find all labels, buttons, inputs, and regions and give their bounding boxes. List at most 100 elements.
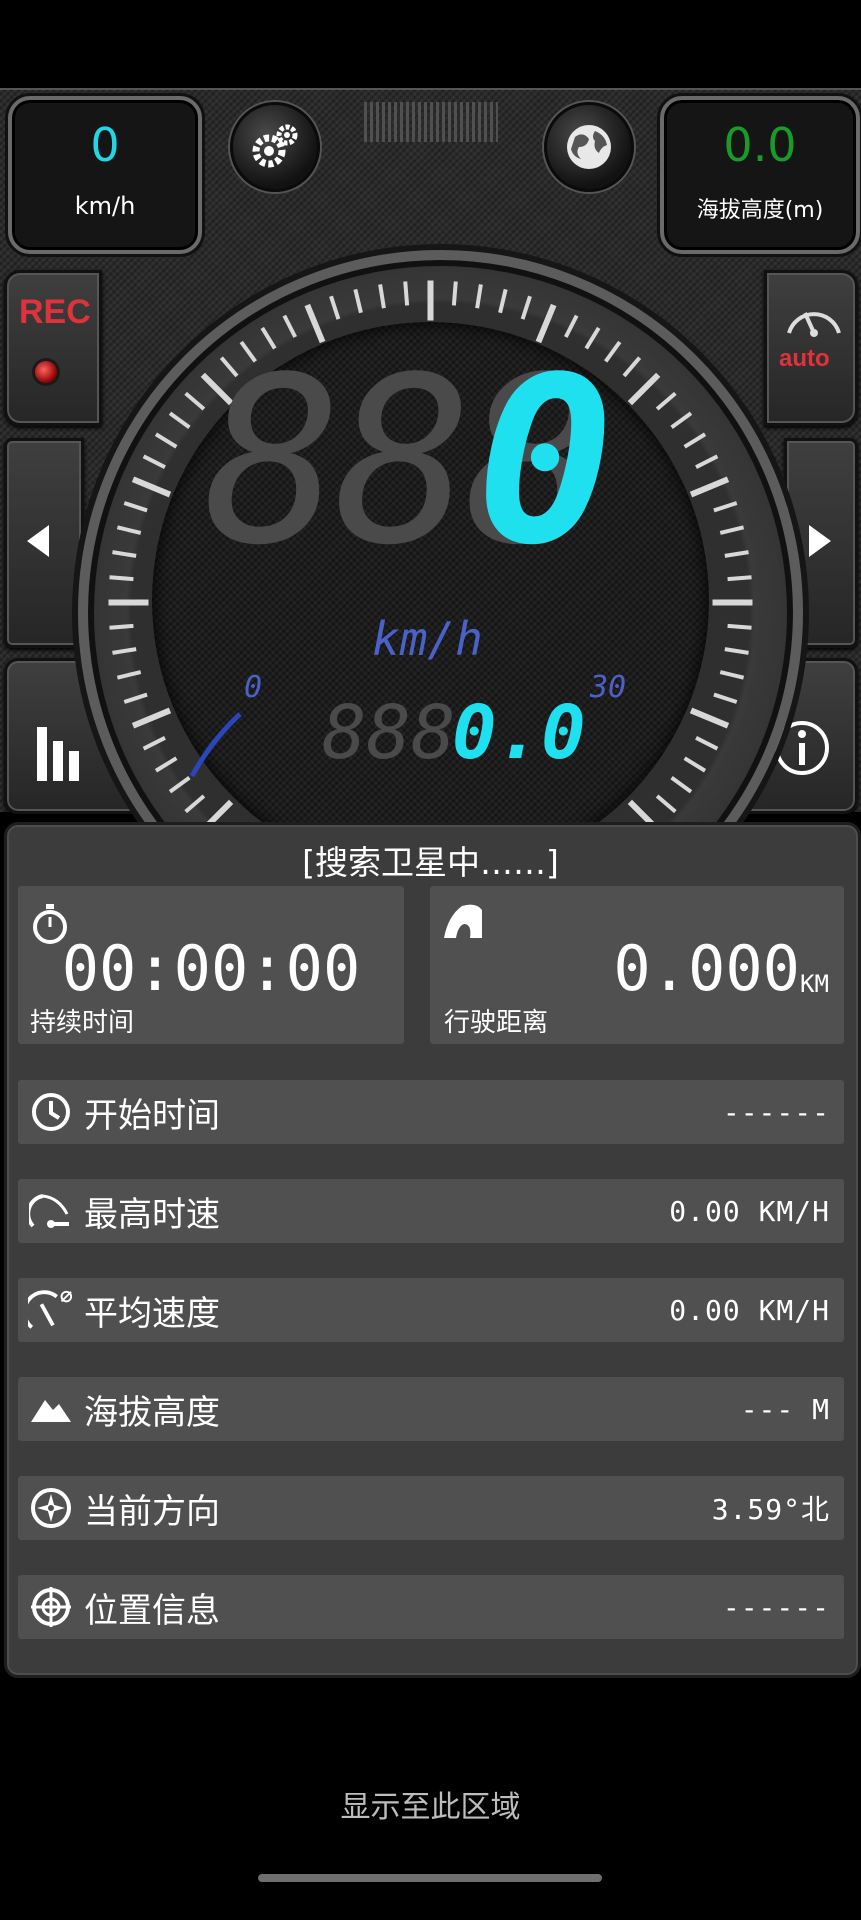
dial-tick	[689, 476, 730, 498]
dial-tick	[403, 281, 410, 306]
clock-icon	[28, 1089, 74, 1135]
altitude-value: 0.0	[723, 118, 797, 172]
location-row[interactable]: 位置信息 ------	[18, 1575, 844, 1639]
heading-row[interactable]: 当前方向 3.59°北	[18, 1476, 844, 1540]
altitude-readout: 0.0 海拔高度(m)	[660, 96, 860, 254]
speaker-grille	[364, 102, 498, 142]
max-speed-value: 0.00 KM/H	[669, 1194, 830, 1228]
avg-speed-label: 平均速度	[84, 1293, 220, 1334]
dial-tick	[683, 432, 707, 449]
altitude-row[interactable]: 海拔高度 --- M	[18, 1377, 844, 1441]
dial-tick	[154, 432, 178, 449]
footer-hint: 显示至此区域	[340, 1790, 521, 1825]
start-time-value: ------	[722, 1095, 830, 1129]
globe-icon	[567, 125, 611, 169]
speedometer-panel: REC auto 0 km/h 0.0 海拔高度(m) 888 0 km/h 0…	[0, 88, 861, 975]
dial-tick	[655, 391, 677, 411]
dial-tick	[123, 501, 148, 513]
dial-tick	[724, 647, 749, 655]
max-speed-icon	[28, 1188, 74, 1234]
speed-readout: 0 km/h	[8, 96, 202, 254]
location-label: 位置信息	[84, 1590, 220, 1631]
distance-label: 行驶距离	[444, 1008, 549, 1038]
altitude-label: 海拔高度	[84, 1392, 220, 1433]
altitude-unit: 海拔高度(m)	[696, 198, 824, 223]
dial-tick	[353, 288, 363, 314]
dial-tick	[112, 647, 137, 655]
dial-tick	[520, 295, 532, 320]
gps-status: [搜索卫星中……]	[302, 843, 559, 882]
dial-tick	[683, 756, 707, 773]
start-time-row[interactable]: 开始时间 ------	[18, 1080, 844, 1144]
dial-tick	[475, 284, 483, 309]
dial-tick	[109, 575, 134, 582]
main-speed-value: 0	[476, 329, 615, 596]
start-time-label: 开始时间	[84, 1095, 220, 1136]
avg-speed-row[interactable]: 平均速度 0.00 KM/H	[18, 1278, 844, 1342]
dial-tick	[109, 623, 134, 630]
dial-tick	[727, 623, 752, 630]
heading-label: 当前方向	[84, 1491, 220, 1532]
dial-tick	[727, 575, 752, 582]
max-speed-label: 最高时速	[84, 1194, 220, 1235]
main-speed-unit: km/h	[372, 612, 483, 666]
distance-value: 0.000	[613, 932, 800, 1005]
dial-tick	[184, 391, 206, 411]
dial-tick	[695, 736, 719, 751]
distance-card: 0.000 KM 行驶距离	[430, 886, 844, 1044]
dial-tick	[689, 707, 730, 729]
chevron-left-icon	[27, 525, 49, 557]
home-indicator[interactable]	[258, 1874, 602, 1882]
duration-card: 00:00:00 持续时间	[18, 886, 404, 1044]
chevron-right-icon	[809, 525, 831, 557]
avg-speed-value: 0.00 KM/H	[669, 1293, 830, 1327]
dial-tick	[116, 670, 142, 680]
dial-tick	[329, 295, 341, 320]
dial-tick	[116, 525, 142, 535]
dial-tick	[719, 670, 745, 680]
location-value: ------	[722, 1590, 830, 1624]
auto-label: auto	[779, 345, 830, 372]
dial-tick	[719, 525, 745, 535]
dial-tick	[713, 692, 738, 704]
range-min-label: 0	[244, 670, 263, 705]
compass-icon	[28, 1485, 74, 1531]
dial-tick	[724, 550, 749, 558]
dial-tick	[713, 501, 738, 513]
altitude-row-value: --- M	[740, 1392, 830, 1426]
max-speed-row[interactable]: 最高时速 0.00 KM/H	[18, 1179, 844, 1243]
dial-tick	[112, 550, 137, 558]
avg-speed-icon	[28, 1287, 74, 1333]
range-max-label: 30	[590, 670, 627, 705]
speed-value: 0	[90, 118, 120, 172]
prev-button[interactable]	[4, 438, 84, 648]
dial-tick	[168, 411, 191, 429]
gears-icon	[252, 124, 298, 168]
odometer-ghost-digits: 888	[322, 690, 456, 776]
dial-tick	[655, 794, 677, 814]
distance-unit: KM	[800, 970, 829, 998]
dial-tick	[131, 707, 172, 729]
dial-tick	[142, 454, 166, 469]
gauge-icon	[787, 312, 841, 337]
dial-tick	[622, 356, 642, 378]
dial-tick	[670, 776, 693, 794]
mountain-icon	[28, 1386, 74, 1432]
duration-value: 00:00:00	[61, 932, 361, 1005]
dial-tick	[184, 794, 206, 814]
dial-tick	[498, 288, 508, 314]
settings-button[interactable]	[230, 102, 320, 192]
dial-tick	[123, 692, 148, 704]
crosshair-icon	[28, 1584, 74, 1630]
odometer-value: 0.0	[452, 690, 586, 776]
map-button[interactable]	[544, 102, 634, 192]
dial-tick	[695, 454, 719, 469]
dial-tick	[131, 476, 172, 498]
dial-tick	[670, 411, 693, 429]
rec-indicator-icon	[35, 361, 57, 383]
heading-value: 3.59°北	[711, 1493, 830, 1526]
duration-label: 持续时间	[30, 1008, 135, 1038]
range-arc	[189, 712, 242, 778]
dial-tick	[154, 756, 178, 773]
dial-tick	[142, 736, 166, 751]
